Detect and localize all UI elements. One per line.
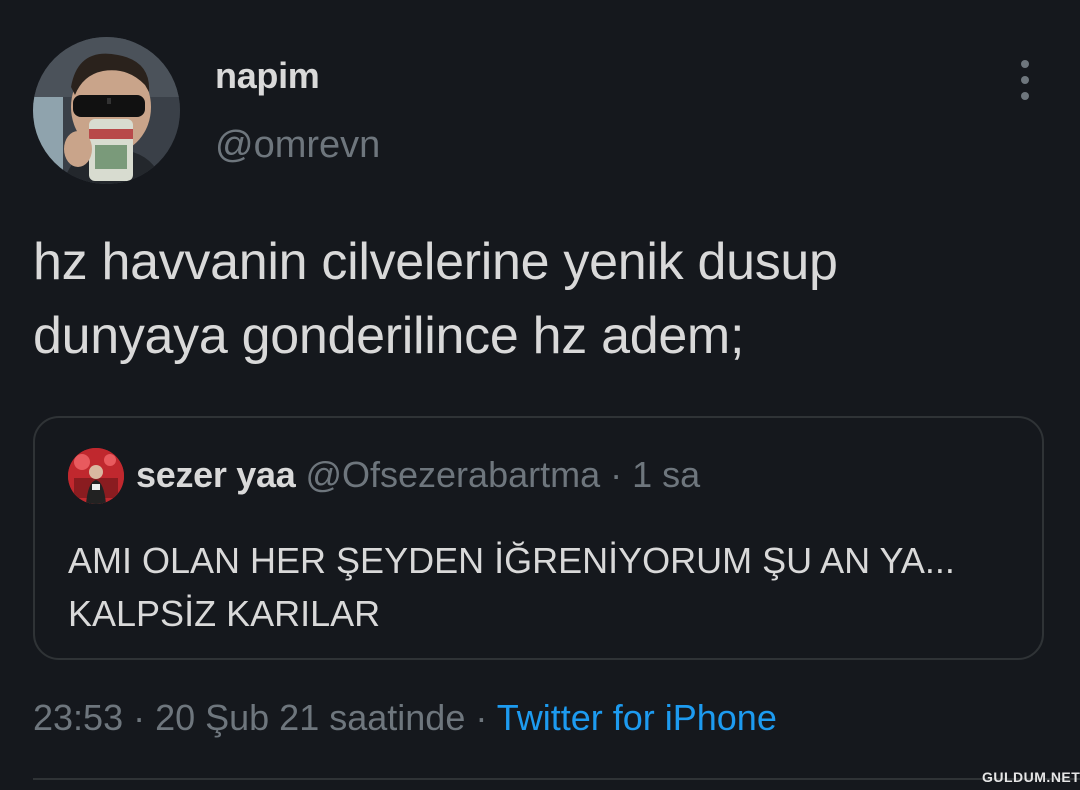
tweet-source-link[interactable]: Twitter for iPhone	[497, 697, 777, 738]
quoted-avatar-image	[68, 448, 124, 504]
quoted-handle: @Ofsezerabartma	[305, 454, 601, 495]
tweet-detail-page: napim @omrevn hz havvanin cilvelerine ye…	[0, 0, 1080, 790]
quoted-text: AMI OLAN HER ŞEYDEN İĞRENİYORUM ŞU AN YA…	[68, 534, 1028, 640]
quoted-header: sezer yaa @Ofsezerabartma · 1 sa	[136, 454, 700, 496]
author-display-name[interactable]: napim	[215, 55, 320, 97]
site-watermark: GULDUM.NET	[982, 769, 1080, 785]
meta-separator: ·	[475, 697, 488, 738]
quoted-time: 1 sa	[632, 454, 701, 495]
quoted-separator: ·	[610, 454, 623, 495]
quoted-text-line-2: KALPSİZ KARILAR	[68, 593, 381, 634]
tweet-meta: 23:53 · 20 Şub 21 saatinde · Twitter for…	[33, 697, 777, 739]
tweet-text: hz havvanin cilvelerine yenik dusup duny…	[33, 233, 838, 365]
vertical-dots-icon[interactable]	[1009, 58, 1041, 102]
dot	[1021, 60, 1029, 68]
author-handle[interactable]: @omrevn	[215, 124, 380, 167]
quoted-text-line-1: AMI OLAN HER ŞEYDEN İĞRENİYORUM ŞU AN YA…	[68, 540, 955, 581]
quoted-tweet-card[interactable]: sezer yaa @Ofsezerabartma · 1 sa AMI OLA…	[33, 416, 1044, 660]
dot	[1021, 76, 1029, 84]
tweet-timestamp[interactable]: 23:53 · 20 Şub 21 saatinde	[33, 697, 465, 738]
avatar-image	[33, 37, 180, 184]
author-avatar[interactable]	[33, 37, 180, 184]
quoted-display-name: sezer yaa	[136, 454, 296, 495]
quoted-author-avatar	[68, 448, 124, 504]
divider	[33, 778, 1080, 780]
dot	[1021, 92, 1029, 100]
